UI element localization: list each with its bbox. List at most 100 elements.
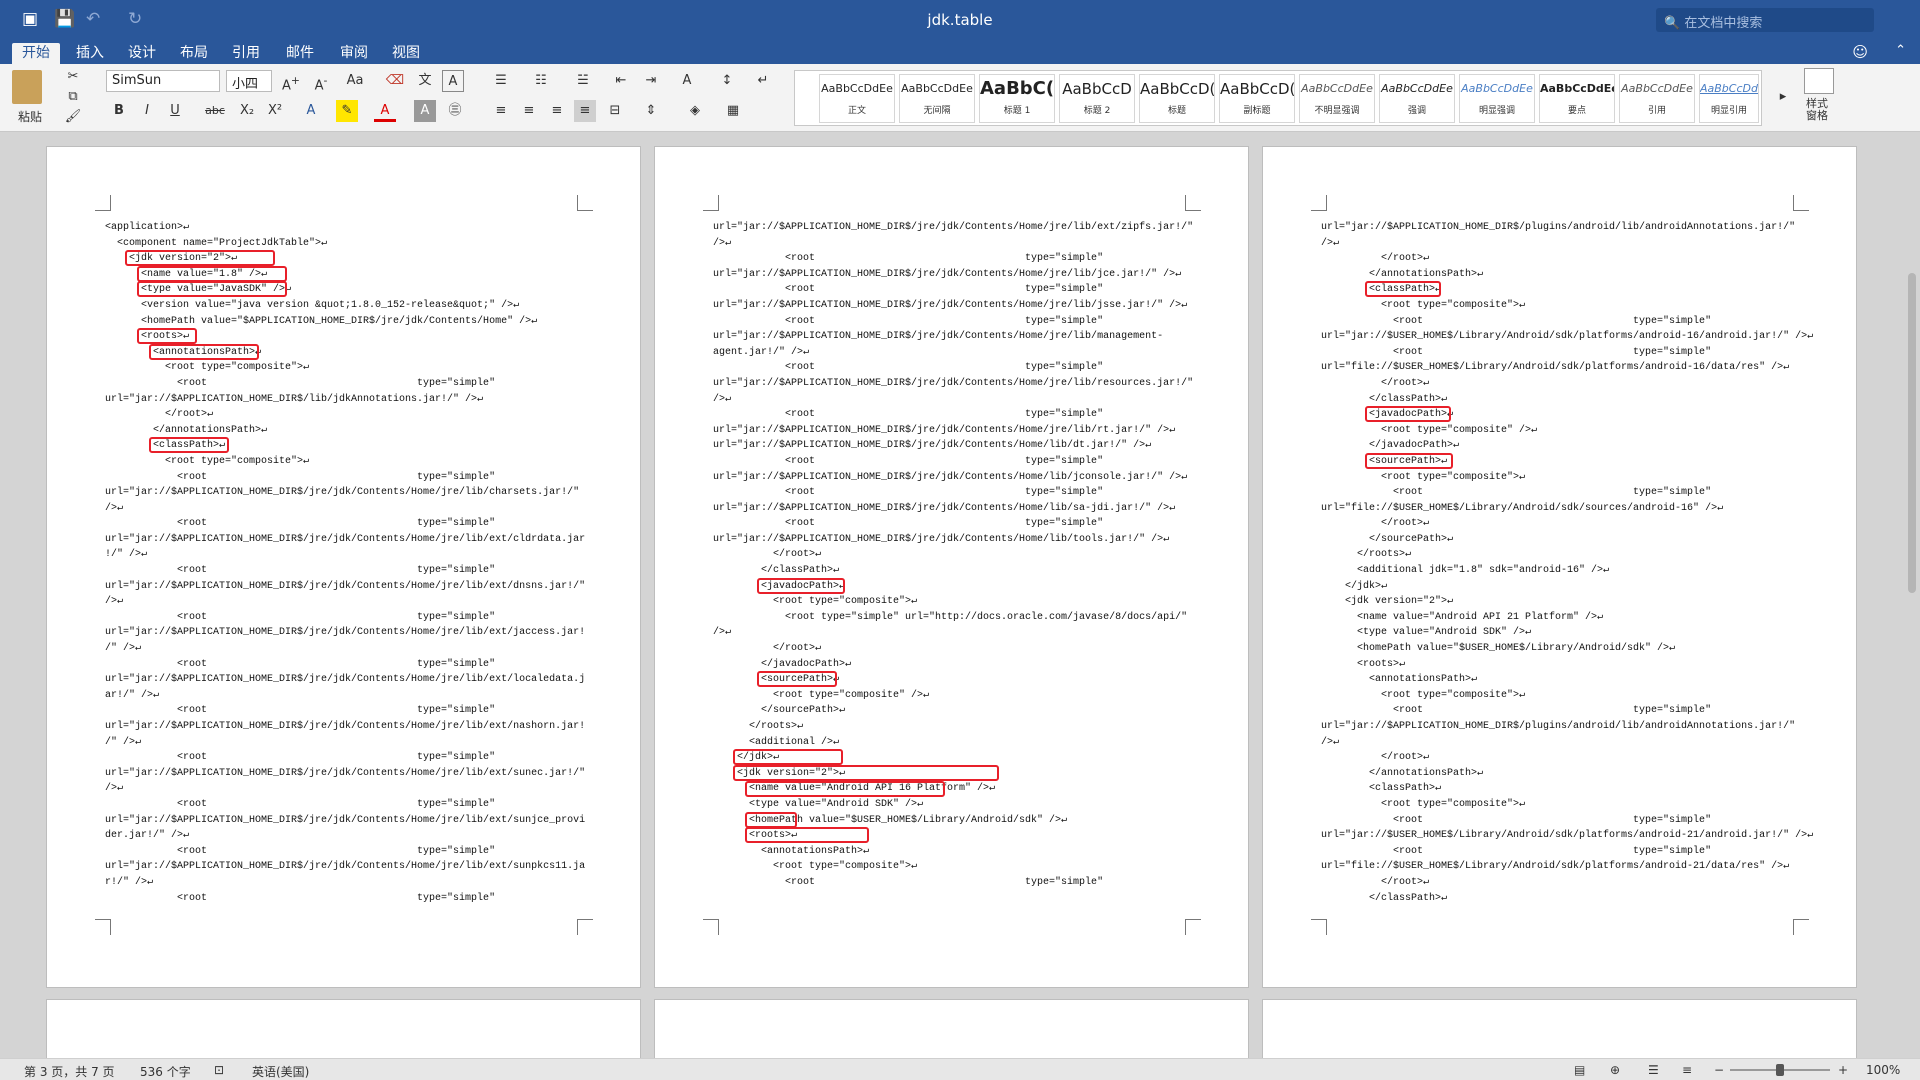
zoom-slider-thumb[interactable] [1776,1064,1784,1076]
styles-pane-label[interactable]: 样式 窗格 [1806,98,1828,122]
code-line[interactable]: <root type="simple" [713,251,1193,267]
code-line[interactable]: </root>↵ [1321,516,1801,532]
code-line[interactable]: url="file://$USER_HOME$/Library/Android/… [1321,859,1801,875]
code-line[interactable]: url="jar://$APPLICATION_HOME_DIR$/jre/jd… [105,532,585,548]
page-text[interactable]: <application>↵ <component name="ProjectJ… [105,220,585,906]
code-line[interactable]: </roots>↵ [1321,547,1801,563]
code-line[interactable]: <root type="simple" [1321,813,1801,829]
code-line[interactable]: <classPath>↵ [1321,781,1801,797]
style-heading-1[interactable]: AaBbC(标题 1 [979,74,1055,123]
page[interactable] [1262,999,1857,1058]
code-line[interactable]: url="jar://$APPLICATION_HOME_DIR$/jre/jd… [105,625,585,641]
show-marks-icon[interactable]: ↵ [752,70,774,92]
tab-layout[interactable]: 布局 [170,43,218,64]
bullets-icon[interactable]: ☰ [490,70,512,92]
tab-insert[interactable]: 插入 [66,43,114,64]
code-line[interactable]: url="jar://$APPLICATION_HOME_DIR$/jre/jd… [713,329,1193,345]
code-line[interactable]: <additional />↵ [713,735,1193,751]
shading-icon[interactable]: ◈ [684,100,706,122]
line-spacing-icon[interactable]: ⇕ [640,100,662,122]
bold-icon[interactable]: B [108,100,130,122]
code-line[interactable]: <root type="simple" [105,516,585,532]
paste-label[interactable]: 粘贴 [18,108,42,125]
code-line[interactable]: </root>↵ [713,547,1193,563]
code-line[interactable]: url="jar://$APPLICATION_HOME_DIR$/jre/jd… [713,298,1193,314]
code-line[interactable]: url="jar://$USER_HOME$/Library/Android/s… [1321,828,1813,844]
code-line[interactable]: url="jar://$APPLICATION_HOME_DIR$/jre/jd… [105,859,585,875]
collapse-ribbon-icon[interactable]: ⌃ [1895,43,1906,58]
tab-mailings[interactable]: 邮件 [276,43,324,64]
code-line[interactable]: <root type="composite">↵ [105,454,585,470]
char-border-icon[interactable]: A [442,70,464,92]
code-line[interactable]: <annotationsPath>↵ [1321,672,1801,688]
code-line[interactable]: </annotationsPath>↵ [105,423,585,439]
code-line[interactable]: <root type="simple" [1321,844,1801,860]
code-line[interactable]: agent.jar!/" />↵ [713,345,1193,361]
justify-icon[interactable]: ≡ [574,100,596,122]
distributed-icon[interactable]: ⊟ [604,100,626,122]
code-line[interactable]: <root type="simple" [105,844,585,860]
page[interactable]: url="jar://$APPLICATION_HOME_DIR$/plugin… [1262,146,1857,988]
code-line[interactable]: </root>↵ [105,407,585,423]
code-line[interactable]: <root type="simple" [1321,345,1801,361]
code-line[interactable]: <component name="ProjectJdkTable">↵ [105,236,585,252]
code-line[interactable]: url="file://$USER_HOME$/Library/Android/… [1321,360,1801,376]
code-line[interactable]: <root type="simple" [713,360,1193,376]
shrink-font-icon[interactable]: A- [310,70,332,93]
code-line[interactable]: <root type="simple" [1321,485,1801,501]
code-line[interactable]: url="jar://$APPLICATION_HOME_DIR$/plugin… [1321,719,1801,735]
enclose-char-icon[interactable]: ㊂ [444,100,466,122]
borders-icon[interactable]: ▦ [722,100,744,122]
code-line[interactable]: <root type="simple" [105,657,585,673]
code-line[interactable]: <root type="simple" [713,454,1193,470]
style-subtle-emphasis[interactable]: AaBbCcDdEe 不明显强调 [1299,74,1375,123]
code-line[interactable]: <root type="simple" [713,314,1193,330]
style-normal[interactable]: AaBbCcDdEe 正文 [819,74,895,123]
code-line[interactable]: />↵ [105,594,585,610]
zoom-in-icon[interactable]: + [1838,1063,1848,1077]
tab-design[interactable]: 设计 [118,43,166,64]
style-title[interactable]: AaBbCcD(标题 [1139,74,1215,123]
format-painter-icon[interactable]: 🖌 [62,106,84,128]
code-line[interactable]: !/" />↵ [105,547,585,563]
code-line[interactable]: </annotationsPath>↵ [1321,766,1801,782]
paste-icon[interactable] [12,70,42,104]
code-line[interactable]: url="jar://$APPLICATION_HOME_DIR$/jre/jd… [713,501,1193,517]
code-line[interactable]: <homePath value="$USER_HOME$/Library/And… [1321,641,1801,657]
code-line[interactable]: <root type="composite">↵ [1321,688,1801,704]
code-line[interactable]: url="jar://$USER_HOME$/Library/Android/s… [1321,329,1813,345]
code-line[interactable]: <root type="simple" [713,485,1193,501]
code-line[interactable]: </roots>↵ [713,719,1193,735]
code-line[interactable]: url="jar://$APPLICATION_HOME_DIR$/jre/jd… [713,438,1193,454]
style-subtitle[interactable]: AaBbCcD(副标题 [1219,74,1295,123]
code-line[interactable]: url="jar://$APPLICATION_HOME_DIR$/jre/jd… [105,485,585,501]
code-line[interactable]: </classPath>↵ [1321,392,1801,408]
subscript-icon[interactable]: X₂ [236,100,258,122]
code-line[interactable]: <root type="simple" [105,610,585,626]
code-line[interactable]: </classPath>↵ [1321,891,1801,907]
style-intense-emphasis[interactable]: AaBbCcDdEe 明显强调 [1459,74,1535,123]
page[interactable] [654,999,1249,1058]
code-line[interactable]: r!/" />↵ [105,875,585,891]
code-line[interactable]: </root>↵ [1321,750,1801,766]
code-line[interactable]: der.jar!/" />↵ [105,828,585,844]
code-line[interactable]: <type value="Android SDK" />↵ [713,797,1193,813]
code-line[interactable]: url="jar://$APPLICATION_HOME_DIR$/jre/jd… [713,423,1193,439]
cut-icon[interactable]: ✂ [62,66,84,88]
tab-home[interactable]: 开始 [12,43,60,64]
clear-format-icon[interactable]: ⌫ [384,70,406,92]
word-count[interactable]: 536 个字 [140,1063,191,1080]
code-line[interactable]: />↵ [713,236,1193,252]
document-canvas[interactable]: <application>↵ <component name="ProjectJ… [0,133,1920,1058]
align-center-icon[interactable]: ≡ [518,100,540,122]
code-line[interactable]: url="jar://$APPLICATION_HOME_DIR$/jre/jd… [713,267,1193,283]
code-line[interactable]: <additional jdk="1.8" sdk="android-16" /… [1321,563,1801,579]
code-line[interactable]: <root type="simple" [105,563,585,579]
code-line[interactable]: <root type="simple" [105,703,585,719]
code-line[interactable]: url="jar://$APPLICATION_HOME_DIR$/jre/jd… [713,532,1193,548]
code-line[interactable]: </root>↵ [713,641,1193,657]
code-line[interactable]: <roots>↵ [1321,657,1801,673]
proofing-icon[interactable]: ⊡ [214,1063,224,1077]
decrease-indent-icon[interactable]: ⇤ [610,70,632,92]
text-effects-icon[interactable]: A [300,100,322,122]
